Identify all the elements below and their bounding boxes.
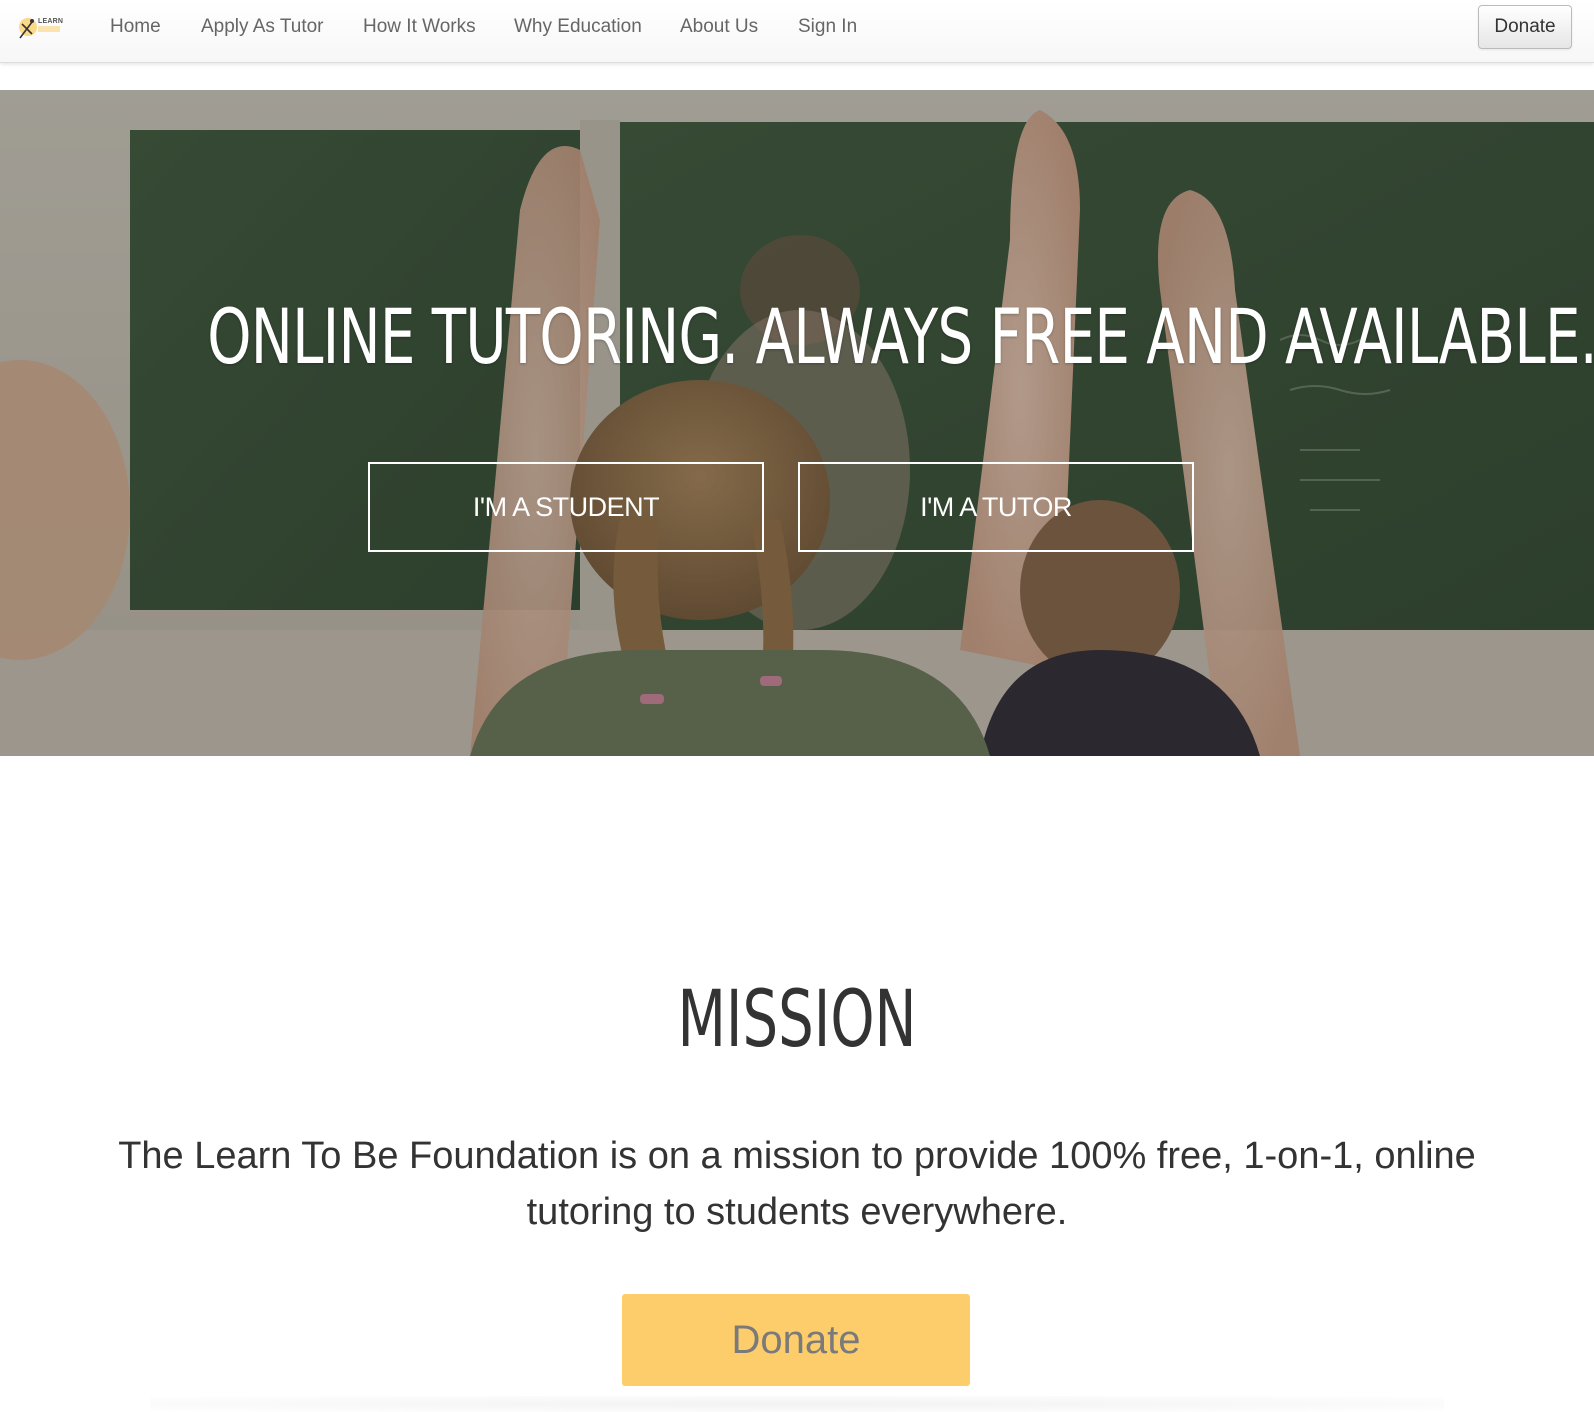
nav-home[interactable]: Home bbox=[110, 16, 161, 38]
hero-overlay bbox=[0, 90, 1594, 756]
tutor-button[interactable]: I'M A TUTOR bbox=[798, 462, 1194, 552]
mission-title: MISSION bbox=[677, 975, 917, 1065]
nav-how-it-works[interactable]: How It Works bbox=[363, 16, 476, 38]
nav-donate-button[interactable]: Donate bbox=[1478, 5, 1572, 49]
top-navbar: LEARN Home Apply As Tutor How It Works W… bbox=[0, 0, 1594, 63]
nav-apply-as-tutor[interactable]: Apply As Tutor bbox=[201, 16, 324, 38]
learn-to-be-logo-icon bbox=[19, 18, 60, 39]
logo-text: LEARN bbox=[38, 18, 64, 25]
mission-donate-button[interactable]: Donate bbox=[622, 1294, 970, 1386]
hero-title: ONLINE TUTORING. ALWAYS FREE AND AVAILAB… bbox=[207, 292, 1594, 381]
nav-about-us[interactable]: About Us bbox=[680, 16, 758, 38]
nav-why-education[interactable]: Why Education bbox=[514, 16, 642, 38]
nav-sign-in[interactable]: Sign In bbox=[798, 16, 857, 38]
section-divider-shadow bbox=[150, 1396, 1444, 1412]
mission-text: The Learn To Be Foundation is on a missi… bbox=[118, 1135, 1476, 1233]
hero-section: ONLINE TUTORING. ALWAYS FREE AND AVAILAB… bbox=[0, 90, 1594, 756]
learn-to-be-logo[interactable]: LEARN bbox=[16, 12, 72, 44]
student-button[interactable]: I'M A STUDENT bbox=[368, 462, 764, 552]
